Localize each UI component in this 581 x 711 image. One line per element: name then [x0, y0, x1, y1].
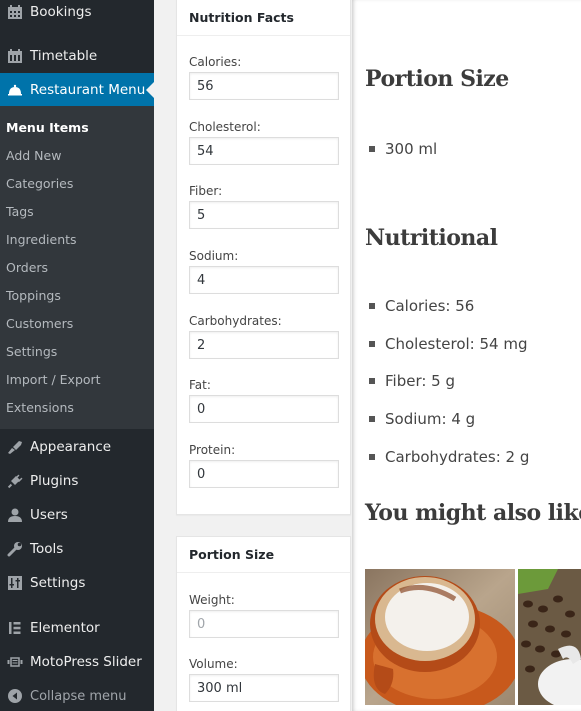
- list-item: 300 ml: [369, 140, 437, 158]
- sidebar-item-users[interactable]: Users: [0, 498, 154, 532]
- sodium-input[interactable]: 4: [189, 266, 339, 294]
- bullet-icon: [369, 454, 375, 460]
- plug-icon: [0, 473, 30, 489]
- portion-size-heading: Portion Size: [365, 66, 509, 92]
- related-item-image-coffee-beans[interactable]: [518, 569, 581, 705]
- submenu-item-menu-items[interactable]: Menu Items: [6, 118, 89, 138]
- weight-label: Weight:: [189, 593, 235, 607]
- active-indicator-arrow: [146, 82, 154, 98]
- slider-icon: [0, 654, 30, 670]
- carbohydrates-input[interactable]: 2: [189, 331, 339, 359]
- collapse-menu-button[interactable]: Collapse menu: [0, 679, 154, 711]
- sidebar-item-elementor[interactable]: Elementor: [0, 611, 154, 645]
- food-cloche-icon: [0, 82, 30, 98]
- sodium-label: Sodium:: [189, 249, 239, 263]
- sidebar-item-restaurant-menu[interactable]: Restaurant Menu: [0, 73, 154, 107]
- sidebar-item-label: Restaurant Menu: [30, 82, 146, 98]
- user-icon: [0, 507, 30, 523]
- sliders-icon: [0, 575, 30, 591]
- portion-size-box: Portion Size Weight: 0 Volume: 300 ml: [176, 536, 351, 711]
- sidebar-item-timetable[interactable]: Timetable: [0, 39, 154, 73]
- volume-input[interactable]: 300 ml: [189, 674, 339, 702]
- sidebar-item-label: Bookings: [30, 4, 92, 20]
- sidebar-item-label: Appearance: [30, 439, 112, 455]
- submenu-item-tags[interactable]: Tags: [6, 202, 34, 222]
- wrench-icon: [0, 541, 30, 557]
- related-item-image-cappuccino[interactable]: [365, 569, 515, 705]
- fat-label: Fat:: [189, 378, 211, 392]
- nutrition-facts-box: Nutrition Facts Calories: 56 Cholesterol…: [176, 0, 351, 515]
- sidebar-item-label: Tools: [30, 541, 64, 557]
- bullet-icon: [369, 303, 375, 309]
- sidebar-item-label: Collapse menu: [30, 688, 127, 704]
- weight-input[interactable]: 0: [189, 610, 339, 638]
- submenu-item-ingredients[interactable]: Ingredients: [6, 230, 77, 250]
- menu-item-preview: Portion Size 300 ml Nutritional Calories…: [352, 0, 581, 711]
- submenu-item-add-new[interactable]: Add New: [6, 146, 61, 166]
- calendar-icon: [0, 48, 30, 64]
- submenu-item-toppings[interactable]: Toppings: [6, 286, 61, 306]
- elementor-icon: [0, 620, 30, 636]
- collapse-icon: [0, 688, 30, 704]
- calendar-icon: [0, 4, 30, 20]
- bullet-icon: [369, 416, 375, 422]
- cholesterol-label: Cholesterol:: [189, 120, 261, 134]
- submenu-item-extensions[interactable]: Extensions: [6, 398, 74, 418]
- sidebar-item-plugins[interactable]: Plugins: [0, 464, 154, 498]
- wp-admin-screen: Bookings Timetable Restaurant Menu Menu …: [0, 0, 581, 711]
- list-item: Fiber: 5 g: [369, 372, 455, 390]
- calories-input[interactable]: 56: [189, 72, 339, 100]
- sidebar-item-label: Settings: [30, 575, 86, 591]
- nutritional-heading: Nutritional: [365, 225, 498, 251]
- sidebar-item-motopress-slider[interactable]: MotoPress Slider: [0, 645, 154, 679]
- admin-sidebar: Bookings Timetable Restaurant Menu Menu …: [0, 0, 154, 711]
- sidebar-item-tools[interactable]: Tools: [0, 532, 154, 566]
- paintbrush-icon: [0, 439, 30, 455]
- fiber-label: Fiber:: [189, 184, 223, 198]
- submenu-item-customers[interactable]: Customers: [6, 314, 73, 334]
- fat-input[interactable]: 0: [189, 395, 339, 423]
- carbohydrates-label: Carbohydrates:: [189, 314, 282, 328]
- bullet-icon: [369, 341, 375, 347]
- portion-size-title: Portion Size: [177, 537, 350, 573]
- sidebar-item-label: Users: [30, 507, 68, 523]
- submenu-item-orders[interactable]: Orders: [6, 258, 48, 278]
- list-item: Sodium: 4 g: [369, 410, 475, 428]
- sidebar-item-appearance[interactable]: Appearance: [0, 430, 154, 464]
- calories-label: Calories:: [189, 55, 242, 69]
- bullet-icon: [369, 146, 375, 152]
- bullet-icon: [369, 378, 375, 384]
- volume-label: Volume:: [189, 657, 238, 671]
- list-item: Cholesterol: 54 mg: [369, 335, 527, 353]
- sidebar-item-label: MotoPress Slider: [30, 654, 142, 670]
- submenu-item-settings[interactable]: Settings: [6, 342, 57, 362]
- fiber-input[interactable]: 5: [189, 201, 339, 229]
- nutrition-facts-title: Nutrition Facts: [177, 0, 350, 36]
- sidebar-item-label: Timetable: [30, 48, 98, 64]
- sidebar-item-settings[interactable]: Settings: [0, 566, 154, 600]
- list-item: Calories: 56: [369, 297, 474, 315]
- restaurant-menu-submenu: Menu Items Add New Categories Tags Ingre…: [0, 106, 154, 429]
- related-heading: You might also like: [365, 500, 581, 526]
- protein-input[interactable]: 0: [189, 460, 339, 488]
- submenu-item-categories[interactable]: Categories: [6, 174, 73, 194]
- submenu-item-import-export[interactable]: Import / Export: [6, 370, 101, 390]
- sidebar-item-label: Elementor: [30, 620, 100, 636]
- sidebar-item-label: Plugins: [30, 473, 79, 489]
- sidebar-item-bookings[interactable]: Bookings: [0, 0, 154, 29]
- cholesterol-input[interactable]: 54: [189, 137, 339, 165]
- list-item: Carbohydrates: 2 g: [369, 448, 529, 466]
- protein-label: Protein:: [189, 443, 236, 457]
